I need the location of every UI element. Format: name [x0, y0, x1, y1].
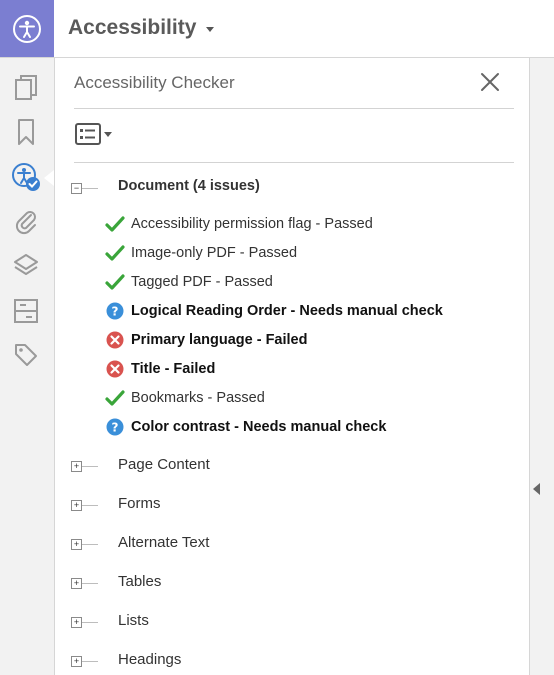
check-item[interactable]: ? Color contrast - Needs manual check	[105, 415, 386, 439]
attachments-button[interactable]	[8, 203, 44, 239]
layers-button[interactable]	[8, 248, 44, 284]
failed-x-icon	[105, 330, 125, 350]
group-label[interactable]: Page Content	[118, 456, 210, 473]
accessibility-logo-icon	[0, 0, 54, 57]
check-item-label: Primary language - Failed	[131, 332, 308, 348]
document-group-label[interactable]: Document (4 issues)	[118, 178, 260, 194]
tree-connector	[82, 505, 98, 506]
structure-icon	[14, 299, 38, 323]
panel-title: Accessibility Checker	[74, 73, 235, 92]
check-item[interactable]: Title - Failed	[105, 357, 215, 381]
divider	[74, 162, 514, 163]
check-item-label: Accessibility permission flag - Passed	[131, 216, 373, 232]
tree-connector	[82, 583, 98, 584]
passed-check-icon	[105, 243, 125, 263]
check-item[interactable]: Image-only PDF - Passed	[105, 241, 297, 265]
bookmarks-button[interactable]	[8, 114, 44, 150]
group-label[interactable]: Lists	[118, 612, 149, 629]
group-expand-toggle[interactable]: +	[71, 500, 82, 511]
manual-check-question-icon: ?	[105, 417, 125, 437]
passed-check-icon	[105, 272, 125, 292]
document-group-toggle[interactable]: −	[71, 183, 82, 194]
tree-connector	[82, 188, 98, 189]
group-label[interactable]: Forms	[118, 495, 161, 512]
check-item[interactable]: Accessibility permission flag - Passed	[105, 212, 373, 236]
attachment-icon	[15, 211, 36, 235]
group-expand-toggle[interactable]: +	[71, 656, 82, 667]
manual-check-question-icon: ?	[105, 301, 125, 321]
check-item[interactable]: Primary language - Failed	[105, 328, 307, 352]
tags-button[interactable]	[8, 337, 44, 373]
close-button[interactable]	[478, 70, 502, 94]
check-item[interactable]: Bookmarks - Passed	[105, 386, 265, 410]
list-options-icon	[75, 123, 101, 145]
passed-check-icon	[105, 214, 125, 234]
app-header: Accessibility	[0, 0, 554, 58]
chevron-down-icon	[104, 131, 112, 137]
group-expand-toggle[interactable]: +	[71, 617, 82, 628]
group-expand-toggle[interactable]: +	[71, 461, 82, 472]
group-label[interactable]: Tables	[118, 573, 161, 590]
check-item[interactable]: ? Logical Reading Order - Needs manual ch…	[105, 299, 443, 323]
tree-connector	[82, 544, 98, 545]
tree-connector	[82, 622, 98, 623]
svg-text:?: ?	[112, 305, 119, 319]
chevron-down-icon	[206, 26, 215, 32]
check-item-label: Logical Reading Order - Needs manual che…	[131, 303, 443, 319]
layers-icon	[14, 254, 38, 275]
accessibility-checker-panel: Accessibility Checker − Document (4 issu…	[55, 58, 529, 675]
right-collapse-rail[interactable]	[529, 58, 554, 675]
check-item-label: Image-only PDF - Passed	[131, 245, 298, 261]
group-expand-toggle[interactable]: +	[71, 539, 82, 550]
left-toolbar	[0, 58, 55, 675]
tree-connector	[82, 661, 98, 662]
content-structure-button[interactable]	[8, 293, 44, 329]
divider	[74, 108, 514, 109]
passed-check-icon	[105, 388, 125, 408]
group-label[interactable]: Alternate Text	[118, 534, 209, 551]
check-item-label: Color contrast - Needs manual check	[131, 419, 387, 435]
accessibility-icon	[12, 163, 40, 191]
tool-switcher[interactable]: Accessibility	[68, 16, 215, 40]
check-item-label: Tagged PDF - Passed	[131, 274, 273, 290]
check-item-label: Bookmarks - Passed	[131, 390, 265, 406]
accessibility-button[interactable]	[8, 159, 44, 195]
pages-button[interactable]	[8, 70, 44, 106]
chevron-left-icon[interactable]	[533, 483, 540, 495]
close-icon	[481, 73, 499, 91]
check-item-label: Title - Failed	[131, 361, 216, 377]
tree-connector	[82, 466, 98, 467]
pages-icon	[15, 75, 37, 100]
failed-x-icon	[105, 359, 125, 379]
group-label[interactable]: Headings	[118, 651, 181, 668]
tags-icon	[15, 344, 37, 366]
options-menu-button[interactable]	[75, 122, 115, 146]
check-item[interactable]: Tagged PDF - Passed	[105, 270, 273, 294]
header-title: Accessibility	[68, 16, 197, 39]
svg-text:?: ?	[112, 421, 119, 435]
active-tool-indicator	[44, 170, 54, 186]
group-expand-toggle[interactable]: +	[71, 578, 82, 589]
bookmark-icon	[18, 119, 34, 145]
